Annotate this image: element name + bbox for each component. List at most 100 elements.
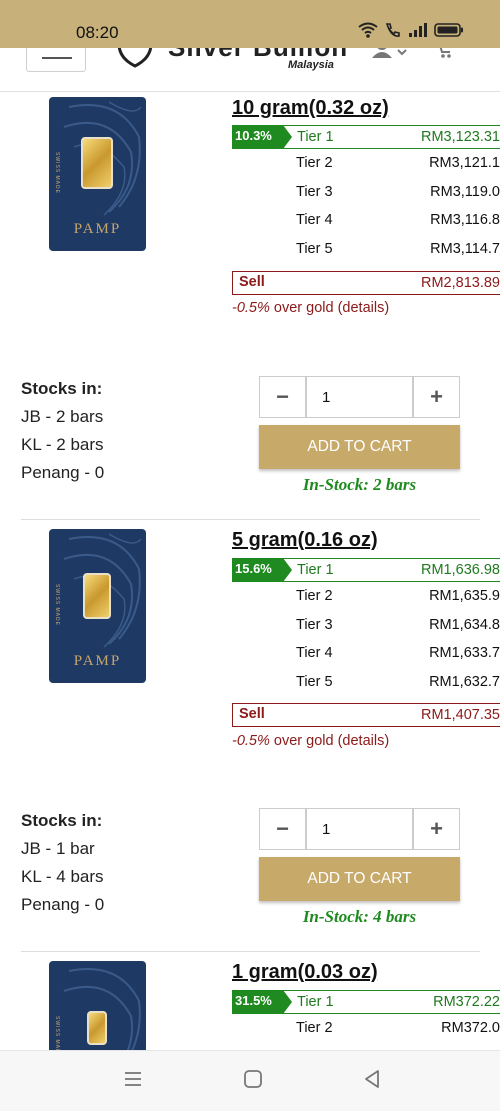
tier-row: 10.3% Tier 1 RM3,123.31 [232,125,500,149]
tier-price: RM1,632.7 [429,673,500,690]
stock-locations: Stocks in: JB - 2 bars KL - 2 bars Penan… [21,375,104,487]
status-time: 08:20 [76,23,119,42]
tier-row: Tier 4 RM1,633.7 [232,639,500,668]
over-gold-note[interactable]: -0.5% over gold (details) [232,733,389,749]
over-gold-text: over gold (details) [269,300,390,316]
recent-apps-icon[interactable] [123,1069,143,1089]
tier-name: Tier 3 [296,183,333,200]
hamburger-icon [42,57,72,59]
tier-row: Tier 2 RM3,121.1 [232,149,500,178]
tier-name: Tier 5 [296,673,333,690]
in-stock-label: In-Stock: 2 bars [302,475,417,494]
stock-line: KL - 2 bars [21,435,104,454]
over-gold-text: over gold (details) [269,733,390,749]
product-title[interactable]: 5 gram(0.16 oz) [232,529,378,552]
product-image[interactable]: SWISS MADE PAMP [49,529,146,683]
quantity-stepper: − 1 + [259,376,460,418]
tier-price: RM372.0 [441,1020,500,1036]
stock-line: Penang - 0 [21,895,105,914]
tier-table: 10.3% Tier 1 RM3,123.31 Tier 2 RM3,121.1… [232,125,500,263]
over-gold-percent: -0.5% [232,733,270,749]
tier-row: Tier 3 RM1,634.8 [232,611,500,640]
tier-row: Tier 4 RM3,116.8 [232,206,500,235]
quantity-stepper: − 1 + [259,808,460,850]
tier-row: Tier 5 RM3,114.7 [232,235,500,264]
sell-price: RM2,813.89 [421,275,500,291]
sell-row: Sell RM1,407.35 [232,703,500,727]
tier-name: Tier 1 [297,994,334,1010]
signal-icon [409,23,427,37]
tier-price: RM1,633.7 [429,645,500,661]
tier-row: Tier 2 RM372.0 [232,1014,500,1043]
product-title[interactable]: 10 gram(0.32 oz) [232,97,389,120]
increase-quantity-button[interactable]: + [413,808,460,850]
stock-line: JB - 2 bars [21,407,104,426]
sell-label: Sell [239,706,265,722]
call-icon [385,23,400,37]
tier-name: Tier 2 [296,588,333,604]
quantity-input[interactable]: 1 [306,376,413,418]
gold-bar-icon [87,1011,107,1045]
image-brand: PAMP [73,221,122,237]
tier-price: RM372.22 [433,994,500,1010]
cart-icon[interactable] [434,48,470,65]
product-title[interactable]: 1 gram(0.03 oz) [232,961,378,984]
tier-name: Tier 2 [296,1020,333,1036]
status-icons [358,22,464,38]
home-icon[interactable] [243,1069,263,1089]
add-to-cart-button[interactable]: ADD TO CART [259,425,460,469]
site-header: Silver Bullion Malaysia [0,48,500,92]
logo-subtitle: Malaysia [288,59,334,71]
tier-row: 15.6% Tier 1 RM1,636.98 [232,558,500,582]
product-divider [21,951,480,952]
product-image[interactable]: SWISS MADE PAMP [49,97,146,251]
wifi-icon [358,22,378,38]
premium-badge: 15.6% [232,558,292,582]
increase-quantity-button[interactable]: + [413,376,460,418]
system-nav-bar [0,1050,500,1111]
tier-price: RM1,634.8 [429,616,500,633]
image-vertical-text: SWISS MADE [54,584,60,626]
stocks-heading: Stocks in: [21,811,103,830]
tier-name: Tier 5 [296,240,333,257]
tier-name: Tier 4 [296,645,333,661]
decrease-quantity-button[interactable]: − [259,808,306,850]
battery-icon [434,23,463,37]
tier-row: 31.5% Tier 1 RM372.22 [232,990,500,1014]
tier-row: Tier 2 RM1,635.9 [232,582,500,611]
tier-price: RM3,114.7 [430,240,500,257]
over-gold-note[interactable]: -0.5% over gold (details) [232,300,389,316]
user-icon[interactable] [372,48,412,60]
tier-price: RM1,636.98 [421,562,500,578]
logo-shield-icon [117,48,153,68]
add-to-cart-button[interactable]: ADD TO CART [259,857,460,901]
tier-name: Tier 1 [297,562,334,578]
tier-price: RM3,123.31 [421,129,500,145]
cart-glyph-icon [439,48,451,58]
gold-bar-icon [81,137,113,189]
premium-badge: 31.5% [232,990,292,1014]
over-gold-percent: -0.5% [232,300,270,316]
tier-price: RM3,119.0 [430,183,500,200]
tier-table: 31.5% Tier 1 RM372.22 Tier 2 RM372.0 [232,990,500,1043]
quantity-input[interactable]: 1 [306,808,413,850]
tier-price: RM3,121.1 [429,155,500,171]
image-brand: PAMP [73,653,122,669]
decrease-quantity-button[interactable]: − [259,376,306,418]
tier-row: Tier 3 RM3,119.0 [232,178,500,207]
stocks-heading: Stocks in: [21,379,103,398]
menu-button[interactable] [26,48,86,72]
tier-name: Tier 4 [296,212,333,228]
product-divider [21,519,480,520]
sell-row: Sell RM2,813.89 [232,271,500,295]
tier-price: RM3,116.8 [430,212,500,228]
status-bar: 08:20 [0,0,500,48]
sell-label: Sell [239,274,265,290]
image-vertical-text: SWISS MADE [54,152,60,194]
gold-bar-icon [83,573,111,619]
tier-name: Tier 3 [296,616,333,633]
stock-line: Penang - 0 [21,463,105,482]
back-icon[interactable] [362,1069,382,1089]
stock-line: KL - 4 bars [21,867,104,886]
tier-row: Tier 5 RM1,632.7 [232,668,500,697]
